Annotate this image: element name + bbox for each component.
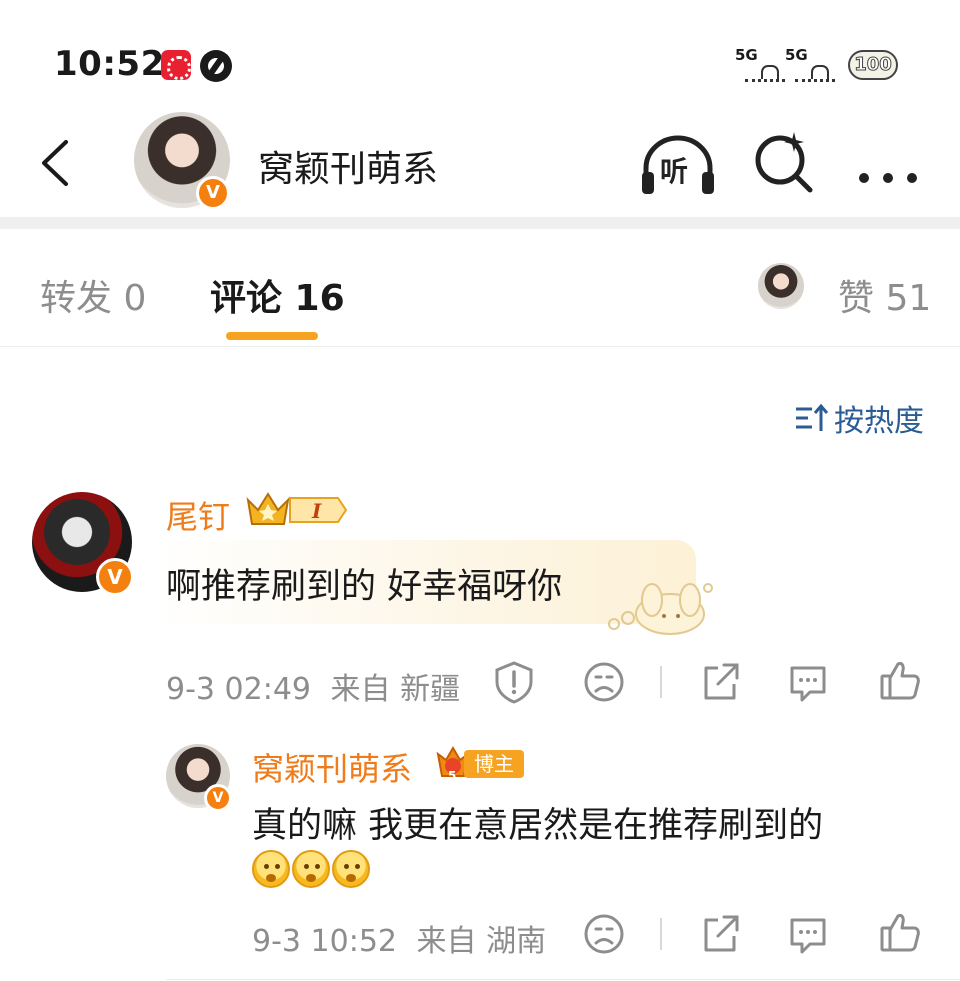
reply-location: 来自 湖南	[416, 924, 547, 959]
tab-comment[interactable]: 评论 16	[210, 269, 345, 321]
verified-badge-icon: V	[204, 784, 232, 812]
tab-like[interactable]: 赞 51	[838, 269, 931, 321]
page-title[interactable]: 窝颖刊萌系	[258, 140, 438, 192]
member-crown-badge-icon[interactable]: I	[246, 490, 350, 530]
signal-5g-icon: 5G	[735, 46, 789, 86]
action-separator	[660, 918, 662, 950]
reply-username[interactable]: 窝颖刊萌系	[252, 744, 412, 790]
page-header: V 窝颖刊萌系 听	[0, 110, 960, 218]
sort-button[interactable]: 按热度	[794, 398, 924, 439]
reply-meta: 9-3 10:52 来自 湖南	[252, 916, 546, 960]
search-icon[interactable]	[752, 130, 816, 194]
listen-headphones-icon[interactable]: 听	[640, 132, 716, 198]
comment-meta: 9-3 02:49 来自 新疆	[166, 664, 460, 708]
like-thumb-icon[interactable]	[878, 658, 922, 702]
verified-badge-icon: V	[196, 176, 230, 210]
share-icon[interactable]	[698, 660, 742, 704]
comment-divider	[166, 979, 960, 980]
comment-location: 来自 新疆	[330, 672, 461, 707]
dislike-face-icon[interactable]	[582, 912, 626, 956]
app-notification-icon-2	[200, 50, 232, 82]
status-bar: 10:52 5G 5G 100	[0, 0, 960, 120]
like-thumb-icon[interactable]	[878, 910, 922, 954]
reply-time: 9-3 10:52	[252, 924, 397, 959]
share-icon[interactable]	[698, 912, 742, 956]
battery-level: 100	[854, 54, 893, 76]
listen-label: 听	[660, 155, 689, 188]
pleading-emoji-icon	[292, 850, 330, 888]
sort-label: 按热度	[834, 404, 924, 439]
back-arrow-icon[interactable]	[36, 138, 76, 188]
signal-label-2: 5G	[785, 46, 808, 64]
comment-text: 啊推荐刷到的 好幸福呀你	[166, 567, 563, 607]
comment-username[interactable]: 尾钉	[166, 492, 230, 538]
app-notification-icon	[161, 50, 191, 80]
pleading-emoji-icon	[332, 850, 370, 888]
blogger-role-label: 博主	[464, 750, 524, 778]
tab-repost[interactable]: 转发 0	[40, 269, 146, 321]
bunny-sticker-icon	[608, 583, 713, 635]
reply-emoji-row	[252, 850, 370, 890]
reply-comment-icon[interactable]	[786, 912, 830, 956]
section-divider	[0, 217, 960, 229]
report-icon[interactable]	[492, 660, 536, 704]
active-tab-indicator	[226, 332, 318, 340]
status-time: 10:52	[54, 44, 165, 84]
action-separator	[660, 666, 662, 698]
comment-time: 9-3 02:49	[166, 672, 311, 707]
liker-avatar[interactable]	[758, 263, 804, 309]
blogger-level: 5	[448, 769, 456, 782]
crown-level: I	[311, 499, 322, 523]
sort-icon	[796, 403, 829, 431]
signal-5g-icon-2: 5G	[785, 46, 839, 86]
verified-badge-icon: V	[96, 558, 134, 596]
tab-bar: 转发 0 评论 16 赞 51	[0, 229, 960, 347]
blogger-badge: 5 博主	[434, 746, 524, 782]
reply-comment-icon[interactable]	[786, 660, 830, 704]
pleading-emoji-icon	[252, 850, 290, 888]
battery-icon: 100	[848, 50, 898, 80]
more-options-icon[interactable]	[856, 130, 920, 190]
dislike-face-icon[interactable]	[582, 660, 626, 704]
reply-text: 真的嘛 我更在意居然是在推荐刷到的	[252, 806, 824, 846]
signal-label: 5G	[735, 46, 758, 64]
